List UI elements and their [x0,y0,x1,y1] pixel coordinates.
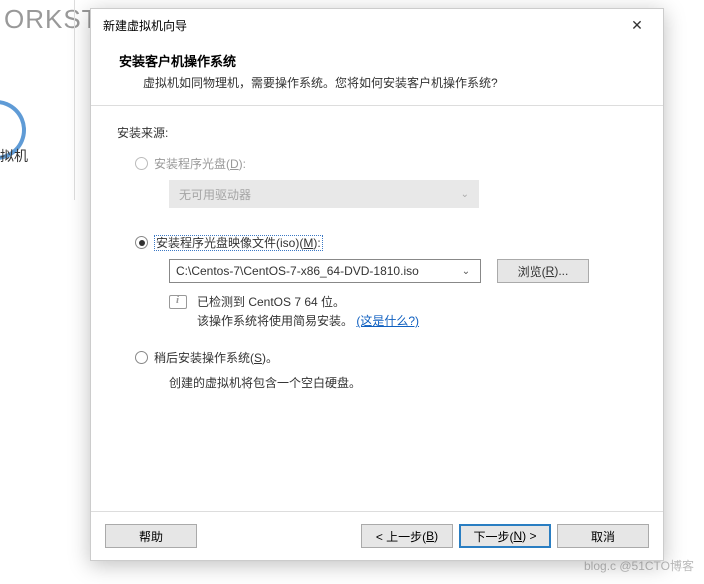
new-vm-wizard-dialog: 新建虚拟机向导 ✕ 安装客户机操作系统 虚拟机如同物理机，需要操作系统。您将如何… [90,8,664,561]
info-text: 已检测到 CentOS 7 64 位。 该操作系统将使用简易安装。 (这是什么?… [197,293,419,331]
background-divider [74,0,75,200]
install-source-group: 安装程序光盘(D): 无可用驱动器 ⌄ 安装程序光盘映像文件(iso)(M): … [117,155,639,391]
chevron-down-icon[interactable]: ⌄ [458,266,474,277]
disc-drive-dropdown: 无可用驱动器 ⌄ [169,180,479,208]
radio-iso-image[interactable]: 安装程序光盘映像文件(iso)(M): [135,234,639,251]
footer-spacer [203,524,355,548]
radio-install-later[interactable]: 稍后安装操作系统(S)。 [135,349,639,366]
iso-path-row: C:\Centos-7\CentOS-7-x86_64-DVD-1810.iso… [169,259,639,283]
back-button[interactable]: < 上一步(B) [361,524,453,548]
radio-icon [135,236,148,249]
radio-icon [135,157,148,170]
radio-later-label: 稍后安装操作系统(S)。 [154,349,278,366]
help-button[interactable]: 帮助 [105,524,197,548]
dialog-content: 安装来源: 安装程序光盘(D): 无可用驱动器 ⌄ 安装程序光盘映像文件(iso… [91,106,663,511]
titlebar: 新建虚拟机向导 ✕ [91,9,663,41]
install-source-label: 安装来源: [117,124,639,141]
install-later-desc: 创建的虚拟机将包含一个空白硬盘。 [169,374,639,391]
dialog-footer: 帮助 < 上一步(B) 下一步(N) > 取消 [91,511,663,560]
os-detected-info: 已检测到 CentOS 7 64 位。 该操作系统将使用简易安装。 (这是什么?… [169,293,639,331]
info-icon [169,295,187,309]
next-button[interactable]: 下一步(N) > [459,524,551,548]
radio-icon [135,351,148,364]
chevron-down-icon: ⌄ [461,189,469,200]
dialog-title: 新建虚拟机向导 [103,17,619,34]
close-icon[interactable]: ✕ [619,15,655,35]
detected-os-line: 已检测到 CentOS 7 64 位。 [197,293,419,312]
whats-this-link[interactable]: (这是什么?) [356,314,419,328]
background-side-label: 拟机 [0,146,28,166]
iso-path-combobox[interactable]: C:\Centos-7\CentOS-7-x86_64-DVD-1810.iso… [169,259,481,283]
dialog-header: 安装客户机操作系统 虚拟机如同物理机，需要操作系统。您将如何安装客户机操作系统? [91,41,663,106]
dialog-heading: 安装客户机操作系统 [119,51,639,70]
iso-path-value: C:\Centos-7\CentOS-7-x86_64-DVD-1810.iso [176,264,419,278]
radio-disc-label: 安装程序光盘(D): [154,155,246,172]
dropdown-text: 无可用驱动器 [179,186,251,203]
radio-installer-disc: 安装程序光盘(D): [135,155,639,172]
easy-install-line: 该操作系统将使用简易安装。 (这是什么?) [197,312,419,331]
radio-iso-label: 安装程序光盘映像文件(iso)(M): [154,234,323,251]
cancel-button[interactable]: 取消 [557,524,649,548]
dialog-subheading: 虚拟机如同物理机，需要操作系统。您将如何安装客户机操作系统? [119,74,639,91]
browse-button[interactable]: 浏览(R)... [497,259,589,283]
